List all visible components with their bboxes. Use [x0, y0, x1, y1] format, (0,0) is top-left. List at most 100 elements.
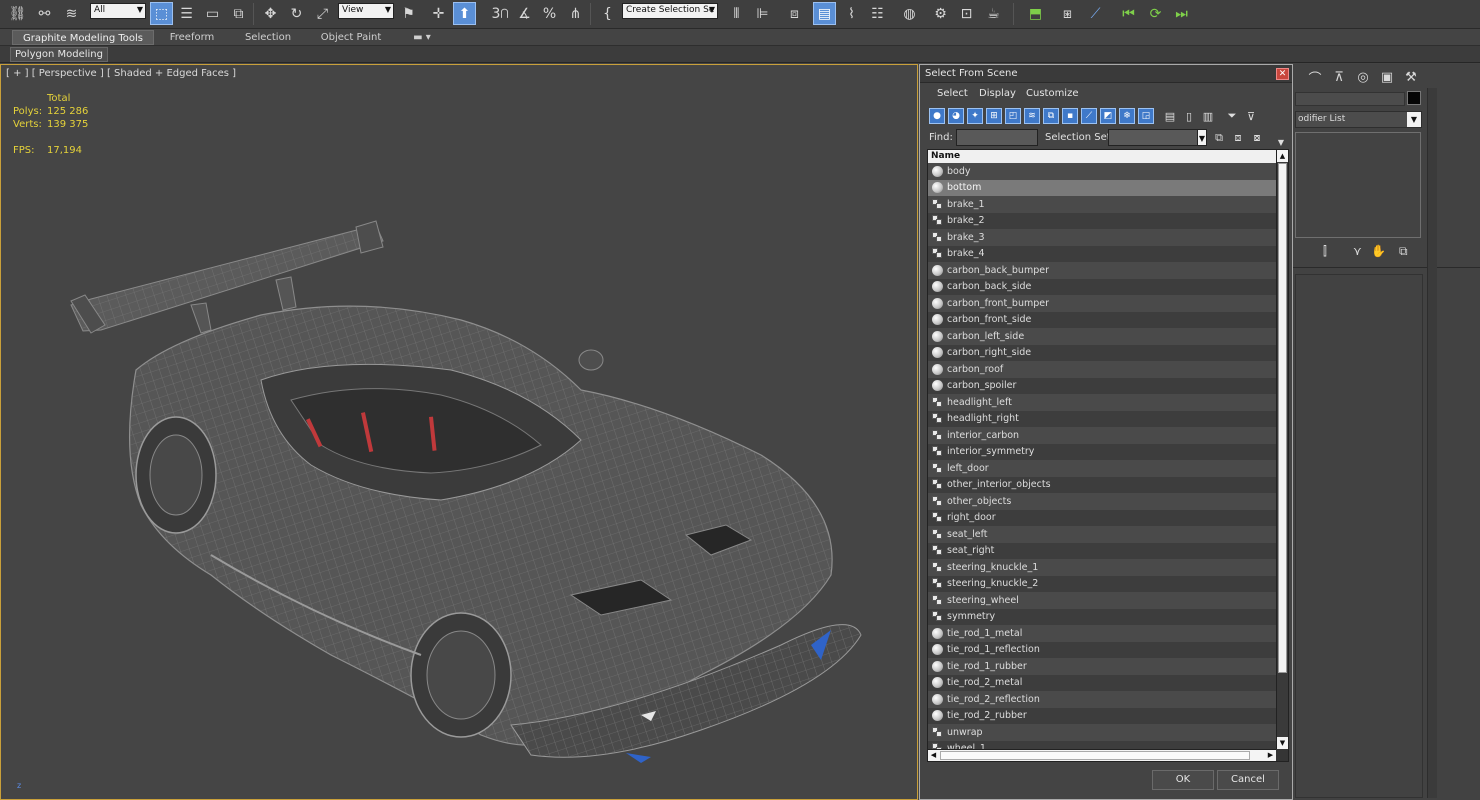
dialog-title-bar[interactable]: Select From Scene ✕	[920, 65, 1292, 83]
object-row[interactable]: wheel_1	[928, 740, 1276, 749]
object-row[interactable]: steering_knuckle_1	[928, 559, 1276, 576]
mirror-icon[interactable]: ⫴	[725, 2, 748, 25]
object-row[interactable]: steering_knuckle_2	[928, 575, 1276, 592]
scroll-thumb[interactable]	[1278, 163, 1287, 673]
display-lights-icon[interactable]: ✦	[967, 108, 983, 124]
select-by-name-icon[interactable]: ☰	[175, 2, 198, 25]
align-icon[interactable]: ⊫	[751, 2, 774, 25]
curve-editor-icon[interactable]: ⌇	[840, 2, 863, 25]
hierarchy-tab-icon[interactable]: ⊼	[1329, 67, 1349, 87]
tool-icon[interactable]: ⟋	[1084, 2, 1107, 25]
object-row[interactable]: tie_rod_1_metal	[928, 625, 1276, 642]
cancel-button[interactable]: Cancel	[1217, 770, 1279, 790]
display-cameras-icon[interactable]: ⊞	[986, 108, 1002, 124]
keyboard-shortcut-override-icon[interactable]: ⬆	[453, 2, 476, 25]
object-row[interactable]: carbon_roof	[928, 361, 1276, 378]
display-containers-icon[interactable]: ◩	[1100, 108, 1116, 124]
menu-select[interactable]: Select	[937, 88, 968, 99]
modify-tab-icon[interactable]: ⌒	[1305, 67, 1325, 87]
object-row[interactable]: tie_rod_2_rubber	[928, 707, 1276, 724]
display-helpers-icon[interactable]: ◰	[1005, 108, 1021, 124]
object-row[interactable]: carbon_back_bumper	[928, 262, 1276, 279]
link-icon[interactable]: ⛓	[6, 2, 29, 25]
perspective-viewport[interactable]: [ + ] [ Perspective ] [ Shaded + Edged F…	[0, 64, 918, 800]
pin-stack-icon[interactable]: ⫿	[1323, 244, 1327, 259]
reference-coordinate-dropdown[interactable]: View ▼	[338, 3, 394, 19]
menu-customize[interactable]: Customize	[1026, 88, 1079, 99]
scroll-right-icon[interactable]: ▶	[1265, 750, 1276, 761]
object-row[interactable]: brake_1	[928, 196, 1276, 213]
configure-modifier-sets-icon[interactable]: ⧉	[1399, 244, 1408, 259]
object-row[interactable]: brake_2	[928, 212, 1276, 229]
object-row[interactable]: headlight_right	[928, 410, 1276, 427]
object-row[interactable]: left_door	[928, 460, 1276, 477]
container-icon[interactable]: ⬒	[1024, 2, 1047, 25]
find-input[interactable]	[956, 129, 1038, 146]
pivot-center-icon[interactable]: ⚑	[397, 2, 420, 25]
select-invert-icon[interactable]: ▥	[1200, 108, 1216, 124]
display-groups-icon[interactable]: ⧉	[1043, 108, 1059, 124]
display-bones-icon[interactable]: ⟋	[1081, 108, 1097, 124]
edit-named-selection-icon[interactable]: {	[596, 2, 619, 25]
remove-selection-set-icon[interactable]: ⧇	[1249, 130, 1265, 146]
add-selection-set-icon[interactable]: ⧉	[1211, 130, 1227, 146]
animation-key-icon[interactable]: ⏮	[1117, 2, 1140, 25]
ribbon-options-icon[interactable]: ▬ ▾	[410, 30, 434, 45]
object-row[interactable]: body	[928, 163, 1276, 180]
tab-object-paint[interactable]: Object Paint	[316, 30, 386, 45]
menu-display[interactable]: Display	[979, 88, 1016, 99]
object-color-swatch[interactable]	[1407, 91, 1421, 105]
motion-tab-icon[interactable]: ◎	[1353, 67, 1373, 87]
move-icon[interactable]: ✥	[259, 2, 282, 25]
show-end-result-icon[interactable]: ⋎	[1353, 244, 1362, 258]
object-row[interactable]: symmetry	[928, 608, 1276, 625]
animation-end-icon[interactable]: ⏭	[1170, 2, 1193, 25]
object-row[interactable]: other_interior_objects	[928, 476, 1276, 493]
close-icon[interactable]: ✕	[1276, 68, 1289, 80]
snaps-toggle-icon[interactable]: 3 ⋂	[485, 2, 515, 25]
animation-play-icon[interactable]: ⟳	[1144, 2, 1167, 25]
modifier-stack[interactable]	[1295, 132, 1421, 238]
display-space-warps-icon[interactable]: ≋	[1024, 108, 1040, 124]
selection-filter-dropdown[interactable]: All ▼	[90, 3, 146, 19]
display-frozen-icon[interactable]: ❄	[1119, 108, 1135, 124]
viewport-label[interactable]: [ + ] [ Perspective ] [ Shaded + Edged F…	[6, 68, 236, 79]
display-shapes-icon[interactable]: ◕	[948, 108, 964, 124]
object-row[interactable]: carbon_back_side	[928, 278, 1276, 295]
tab-selection[interactable]: Selection	[238, 30, 298, 45]
object-row[interactable]: brake_3	[928, 229, 1276, 246]
object-row[interactable]: bottom	[928, 179, 1276, 196]
modifier-list-dropdown[interactable]: odifier List ▼	[1295, 111, 1422, 128]
object-row[interactable]: right_door	[928, 509, 1276, 526]
spinner-snap-icon[interactable]: ⋔	[564, 2, 587, 25]
schematic-view-icon[interactable]: ☷	[866, 2, 889, 25]
object-row[interactable]: other_objects	[928, 493, 1276, 510]
objects-icon[interactable]: ⧆	[1056, 2, 1079, 25]
object-row[interactable]: interior_symmetry	[928, 443, 1276, 460]
scale-icon[interactable]: ⤢	[311, 2, 334, 25]
select-and-manipulate-icon[interactable]: ✛	[427, 2, 450, 25]
rotate-icon[interactable]: ↻	[285, 2, 308, 25]
object-row[interactable]: tie_rod_2_metal	[928, 674, 1276, 691]
percent-snap-icon[interactable]: %	[538, 2, 561, 25]
utilities-tab-icon[interactable]: ⚒	[1401, 67, 1421, 87]
object-row[interactable]: carbon_spoiler	[928, 377, 1276, 394]
object-row[interactable]: headlight_left	[928, 394, 1276, 411]
angle-snap-icon[interactable]: ∡	[513, 2, 536, 25]
display-hidden-icon[interactable]: ◲	[1138, 108, 1154, 124]
material-editor-icon[interactable]: ◍	[898, 2, 921, 25]
graphite-modeling-tools-icon[interactable]: ▤	[813, 2, 836, 25]
filter-icon[interactable]: ⏷	[1224, 108, 1240, 124]
polygon-modeling-button[interactable]: Polygon Modeling	[10, 47, 108, 62]
make-unique-icon[interactable]: ✋	[1371, 244, 1386, 258]
ok-button[interactable]: OK	[1152, 770, 1214, 790]
tab-freeform[interactable]: Freeform	[162, 30, 222, 45]
render-setup-icon[interactable]: ⚙	[929, 2, 952, 25]
render-production-icon[interactable]: ☕	[982, 2, 1005, 25]
scroll-up-icon[interactable]: ▲	[1277, 150, 1288, 162]
list-horizontal-scrollbar[interactable]: ◀ ▶	[928, 749, 1276, 761]
list-vertical-scrollbar[interactable]: ▲ ▼	[1276, 150, 1288, 749]
select-all-icon[interactable]: ▤	[1162, 108, 1178, 124]
tab-graphite-modeling-tools[interactable]: Graphite Modeling Tools	[12, 30, 154, 45]
bind-space-warp-icon[interactable]: ≋	[60, 2, 83, 25]
